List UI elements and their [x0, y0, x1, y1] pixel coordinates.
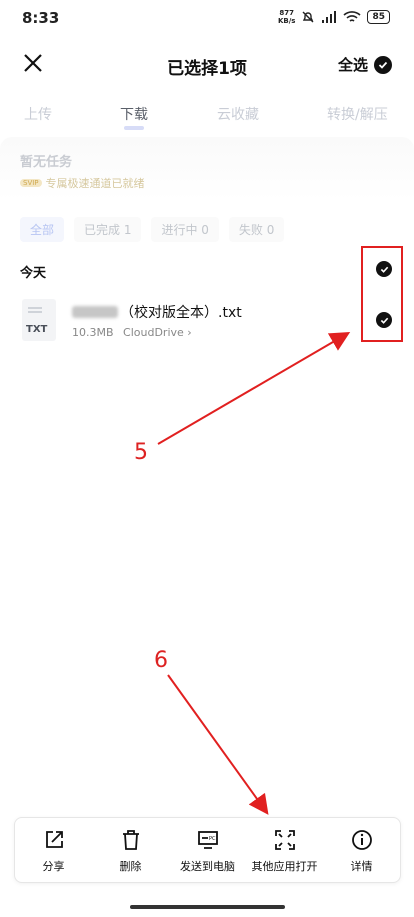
txt-file-icon: TXT — [22, 299, 56, 341]
file-location[interactable]: CloudDrive — [123, 326, 184, 339]
status-time: 8:33 — [22, 9, 60, 27]
open-with-icon — [274, 830, 295, 850]
tab-bar: 上传 下载 云收藏 转换/解压 — [0, 92, 414, 136]
filter-all[interactable]: 全部 — [20, 217, 65, 242]
file-meta: 10.3MB CloudDrive › — [72, 326, 192, 339]
share-icon — [45, 831, 63, 848]
chevron-right-icon: › — [187, 326, 192, 339]
list-item[interactable]: TXT （校对版全本）.txt 10.3MB CloudDrive › — [0, 292, 414, 352]
task-subtitle-text: 专属极速通道已就绪 — [45, 177, 145, 190]
signal-icon — [322, 10, 337, 23]
tab-convert-extract[interactable]: 转换/解压 — [327, 104, 388, 124]
top-bar: 已选择1项 全选 — [0, 40, 414, 88]
info-icon — [351, 830, 372, 850]
task-title: 暂无任务 — [20, 155, 73, 170]
annotation-label-5: 5 — [134, 440, 148, 465]
tab-cloud-favorites[interactable]: 云收藏 — [217, 104, 259, 124]
open-with-button[interactable]: 其他应用打开 — [246, 828, 323, 874]
net-speed: 877 KB/s — [277, 9, 296, 25]
task-subtitle: SVIP 专属极速通道已就绪 — [20, 175, 145, 191]
send-to-pc-icon: PC — [197, 831, 218, 849]
file-size: 10.3MB — [72, 326, 114, 339]
tab-upload[interactable]: 上传 — [24, 104, 52, 124]
status-bar: 8:33 877 KB/s 85 — [0, 0, 414, 36]
bottom-action-bar: 分享 删除 PC 发送到电脑 其他应用打开 详情 — [14, 817, 401, 883]
tab-download[interactable]: 下载 — [120, 104, 148, 124]
send-to-pc-button[interactable]: PC 发送到电脑 — [169, 828, 246, 874]
wifi-icon — [343, 10, 362, 22]
delete-button[interactable]: 删除 — [92, 828, 169, 874]
filter-in-progress[interactable]: 进行中 0 — [151, 217, 219, 242]
trash-icon — [122, 830, 139, 850]
bell-mute-icon — [302, 11, 314, 23]
section-today: 今天 — [20, 266, 47, 281]
select-all-button[interactable]: 全选 — [338, 54, 392, 75]
filter-completed[interactable]: 已完成 1 — [74, 217, 142, 242]
svip-badge: SVIP — [20, 179, 42, 187]
task-status-card: 暂无任务 SVIP 专属极速通道已就绪 — [0, 137, 414, 201]
select-all-label: 全选 — [337, 56, 368, 74]
annotation-label-6: 6 — [154, 648, 168, 673]
details-button[interactable]: 详情 — [323, 828, 400, 874]
tab-active-indicator — [124, 126, 144, 130]
home-indicator[interactable] — [130, 905, 285, 909]
filter-failed[interactable]: 失败 0 — [228, 217, 285, 242]
file-name: （校对版全本）.txt — [72, 302, 242, 322]
battery-indicator: 85 — [367, 10, 390, 24]
svg-text:PC: PC — [209, 836, 216, 842]
check-circle-icon — [374, 55, 392, 74]
download-panel: 暂无任务 SVIP 专属极速通道已就绪 全部 已完成 1 进行中 0 失败 0 … — [0, 137, 414, 917]
filter-chips: 全部 已完成 1 进行中 0 失败 0 — [20, 217, 285, 242]
annotation-highlight-box — [361, 246, 403, 342]
status-icons: 877 KB/s 85 — [278, 9, 390, 25]
share-button[interactable]: 分享 — [15, 828, 92, 874]
redacted-text — [72, 306, 118, 318]
